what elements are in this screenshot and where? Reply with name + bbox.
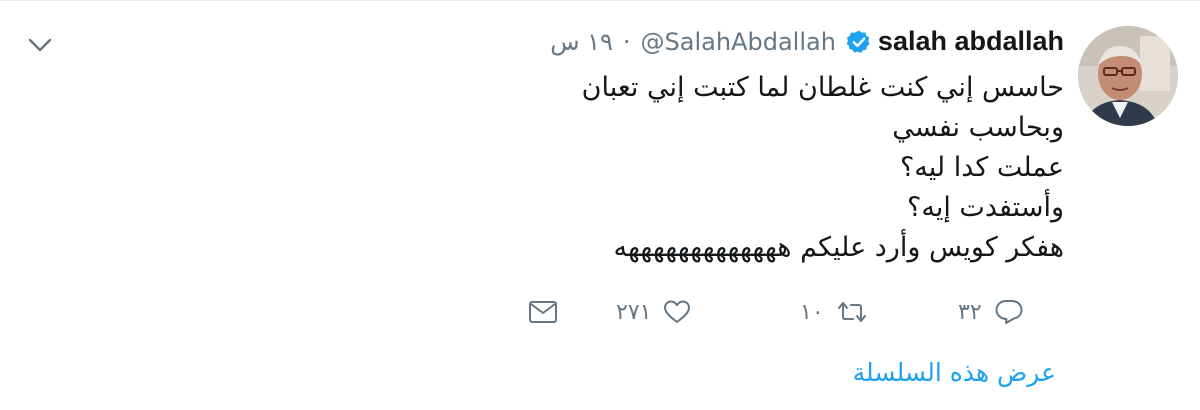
reply-count: ٣٢ xyxy=(958,299,982,325)
heart-icon xyxy=(664,300,691,323)
verified-badge-icon xyxy=(846,30,870,53)
like-count: ٢٧١ xyxy=(616,299,652,325)
tweet-body: حاسس إني كنت غلطان لما كتبت إني تعبان وب… xyxy=(582,68,1064,268)
tweet-line: وأستفدت إيه؟ xyxy=(907,192,1064,223)
retweet-icon xyxy=(837,302,866,322)
reply-icon xyxy=(995,300,1023,324)
header-separator: · xyxy=(622,27,631,56)
envelope-icon xyxy=(529,301,557,323)
like-button[interactable]: ٢٧١ xyxy=(616,292,691,332)
author-display-name[interactable]: salah abdallah xyxy=(878,26,1064,57)
retweet-count: ١٠ xyxy=(800,299,824,325)
avatar[interactable] xyxy=(1078,26,1178,126)
tweet-time[interactable]: ١٩ س xyxy=(550,28,613,56)
retweet-button[interactable]: ١٠ xyxy=(800,292,868,332)
profile-photo xyxy=(1078,26,1178,126)
tweet-line: هفكر كويس وأرد عليكم هههههههههههههه xyxy=(613,232,1064,263)
show-thread-link[interactable]: عرض هذه السلسلة xyxy=(853,358,1056,387)
reply-button[interactable]: ٣٢ xyxy=(958,292,1024,332)
tweet-actions: ٢٧١ ١٠ ٣٢ xyxy=(520,292,1065,332)
tweet-line: حاسس إني كنت غلطان لما كتبت إني تعبان xyxy=(581,72,1064,103)
tweet-line: وبحاسب نفسي xyxy=(892,112,1064,143)
chevron-down-icon xyxy=(28,38,52,52)
tweet-line: عملت كدا ليه؟ xyxy=(899,152,1064,183)
author-handle[interactable]: @SalahAbdallah xyxy=(641,28,836,56)
tweet-menu-button[interactable] xyxy=(22,30,58,60)
tweet-card[interactable]: ١٩ س · @SalahAbdallah salah abdallah حاس… xyxy=(0,0,1200,410)
tweet-header: ١٩ س · @SalahAbdallah salah abdallah xyxy=(550,26,1064,57)
direct-message-button[interactable] xyxy=(528,292,558,332)
